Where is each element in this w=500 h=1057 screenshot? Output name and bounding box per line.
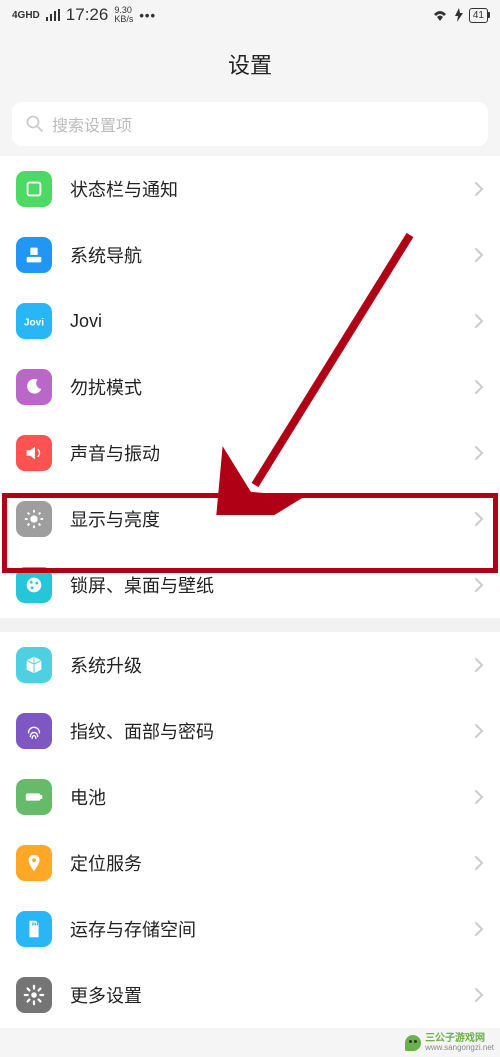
page-title: 设置 [0, 30, 500, 94]
chevron-right-icon [474, 181, 484, 197]
search-icon [26, 115, 44, 133]
chevron-right-icon [474, 657, 484, 673]
chevron-right-icon [474, 789, 484, 805]
chevron-right-icon [474, 987, 484, 1003]
row-label: 系统升级 [70, 652, 474, 678]
settings-row-location[interactable]: 定位服务 [0, 830, 500, 896]
chevron-right-icon [474, 313, 484, 329]
chevron-right-icon [474, 855, 484, 871]
chevron-right-icon [474, 723, 484, 739]
row-label: 更多设置 [70, 982, 474, 1008]
location-icon [16, 845, 52, 881]
clock: 17:26 [66, 5, 109, 25]
settings-group-2: 系统升级指纹、面部与密码电池定位服务运存与存储空间更多设置 [0, 632, 500, 1028]
row-label: Jovi [70, 311, 474, 332]
cube-icon [16, 647, 52, 683]
search-placeholder: 搜索设置项 [52, 112, 132, 136]
sound-icon [16, 435, 52, 471]
section-divider [0, 618, 500, 632]
settings-row-storage[interactable]: 运存与存储空间 [0, 896, 500, 962]
chevron-right-icon [474, 577, 484, 593]
row-label: 系统导航 [70, 242, 474, 268]
settings-row-biometrics[interactable]: 指纹、面部与密码 [0, 698, 500, 764]
fingerprint-icon [16, 713, 52, 749]
charging-icon [455, 8, 463, 22]
network-indicator: 4GHD [12, 10, 40, 21]
settings-row-more-settings[interactable]: 更多设置 [0, 962, 500, 1028]
status-bar: 4GHD 17:26 9.30KB/s ••• 41 [0, 0, 500, 30]
chevron-right-icon [474, 511, 484, 527]
settings-row-sound-vibration[interactable]: 声音与振动 [0, 420, 500, 486]
settings-row-display-brightness[interactable]: 显示与亮度 [0, 486, 500, 552]
watermark-logo-icon [405, 1035, 421, 1051]
settings-group-1: 状态栏与通知系统导航 Jovi Jovi 勿扰模式声音与振动显示与亮度锁屏、桌面与壁纸 [0, 156, 500, 618]
svg-text:Jovi: Jovi [24, 318, 44, 329]
watermark: 三公子游戏网 www.sangongzi.net [405, 1033, 494, 1053]
more-status-icon: ••• [139, 8, 156, 23]
battery-indicator: 41 [469, 8, 488, 23]
row-label: 指纹、面部与密码 [70, 718, 474, 744]
settings-row-system-upgrade[interactable]: 系统升级 [0, 632, 500, 698]
wifi-icon [431, 8, 449, 22]
row-label: 锁屏、桌面与壁纸 [70, 572, 474, 598]
moon-icon [16, 369, 52, 405]
chevron-right-icon [474, 445, 484, 461]
watermark-url: www.sangongzi.net [425, 1044, 494, 1053]
nav-icon [16, 237, 52, 273]
settings-row-status-notifications[interactable]: 状态栏与通知 [0, 156, 500, 222]
palette-icon [16, 567, 52, 603]
row-label: 状态栏与通知 [70, 176, 474, 202]
search-container: 搜索设置项 [0, 94, 500, 156]
network-speed: 9.30KB/s [114, 6, 133, 24]
settings-row-dnd[interactable]: 勿扰模式 [0, 354, 500, 420]
settings-row-lock-wallpaper[interactable]: 锁屏、桌面与壁纸 [0, 552, 500, 618]
sd-icon [16, 911, 52, 947]
row-label: 显示与亮度 [70, 506, 474, 532]
battery-icon [16, 779, 52, 815]
row-label: 勿扰模式 [70, 374, 474, 400]
square-icon [16, 171, 52, 207]
settings-row-battery[interactable]: 电池 [0, 764, 500, 830]
chevron-right-icon [474, 247, 484, 263]
signal-bars-icon [46, 9, 60, 21]
brightness-icon [16, 501, 52, 537]
gear-icon [16, 977, 52, 1013]
row-label: 运存与存储空间 [70, 916, 474, 942]
chevron-right-icon [474, 921, 484, 937]
row-label: 电池 [70, 784, 474, 810]
row-label: 声音与振动 [70, 440, 474, 466]
jovi-icon: Jovi [16, 303, 52, 339]
settings-row-system-navigation[interactable]: 系统导航 [0, 222, 500, 288]
settings-row-jovi[interactable]: Jovi Jovi [0, 288, 500, 354]
chevron-right-icon [474, 379, 484, 395]
search-input[interactable]: 搜索设置项 [12, 102, 488, 146]
row-label: 定位服务 [70, 850, 474, 876]
